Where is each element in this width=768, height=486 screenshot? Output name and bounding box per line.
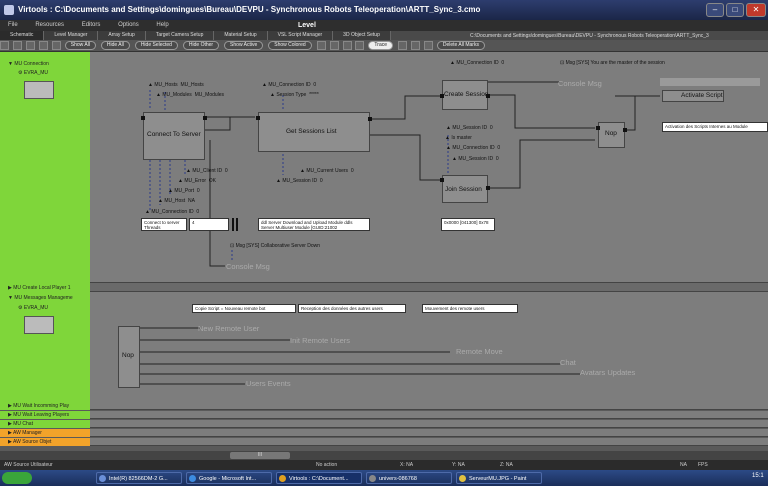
param-mu-connection-id-join[interactable]: ▲ MU_Connection ID 0 [446, 145, 500, 151]
note-mouvement-remote: Mouvement des remote users [422, 304, 518, 313]
param-mu-modules[interactable]: ▲ MU_Modules MU_Modules [156, 92, 224, 98]
status-x: X: NA [400, 462, 414, 468]
param-mu-connection-id-create[interactable]: ▲ MU_Connection ID 0 [450, 60, 504, 66]
param-mu-port[interactable]: ▲ MU_Port 0 [168, 188, 200, 194]
task-virtools[interactable]: Virtools : C:\Document... [276, 472, 362, 484]
section-mu-wait-incomming-play[interactable]: ▶ MU Wait Incomming Play [0, 402, 768, 410]
param-mu-host[interactable]: ▲ MU_Host NA [158, 198, 195, 204]
param-mu-connection-id-bottom[interactable]: ▲ MU_Connection ID 0 [145, 209, 199, 215]
clock: 15:1 [752, 473, 764, 479]
activation-note: Activation des Scripts Internes au Modul… [662, 122, 768, 132]
new-remote-user-message[interactable]: New Remote User [198, 324, 259, 333]
status-source: AW Source Utilisateur [4, 462, 53, 468]
status-y: Y: NA [452, 462, 465, 468]
port-in[interactable] [256, 116, 260, 120]
users-events-message[interactable]: Users Events [246, 379, 291, 388]
status-z: Z: NA [500, 462, 513, 468]
scrollbar-thumb[interactable]: III [230, 452, 290, 459]
get-sessions-list-label: Get Sessions List [286, 128, 337, 135]
task-google[interactable]: Google - Microsoft Int... [186, 472, 272, 484]
nop-label-2: Nop [122, 352, 134, 359]
init-remote-users-message[interactable]: Init Remote Users [290, 336, 350, 345]
param-session-type[interactable]: ▲ Session Type ***** [270, 92, 319, 98]
console-msg-1[interactable]: Console Msg [558, 79, 602, 88]
task-univers[interactable]: univers-086768 [366, 472, 452, 484]
port-in[interactable] [440, 94, 444, 98]
note-copie-script: Copie Script = Nouveau remote bot [192, 304, 296, 313]
port-out[interactable] [486, 94, 490, 98]
param-mu-error[interactable]: ▲ MU_Error OK [178, 178, 216, 184]
status-bar: AW Source Utilisateur No action X: NA Y:… [0, 460, 768, 470]
param-mu-session-id-b[interactable]: ▲ MU_Session ID 0 [446, 125, 493, 131]
msg-collaborative-server-down[interactable]: ⊡ Msg [SYS] Collaborative Server Down [230, 243, 320, 249]
nop-label-1: Nop [605, 130, 617, 137]
guid-note: 0x0000 [041300] 0x78 [441, 218, 495, 231]
param-mu-connection-id-top[interactable]: ▲ MU_Connection ID 0 [262, 82, 316, 88]
create-session-label: Create Session [444, 91, 489, 98]
param-mu-client-id[interactable]: ▲ MU_Client ID 0 [186, 168, 228, 174]
connect-to-server-label: Connect To Server [147, 131, 201, 138]
chat-message[interactable]: Chat [560, 358, 576, 367]
port-in[interactable] [596, 126, 600, 130]
server-module-note: ddl Server Download and Upload Module dd… [258, 218, 370, 231]
port-in[interactable] [141, 116, 145, 120]
start-button[interactable] [2, 472, 32, 484]
status-fps: FPS [698, 462, 708, 468]
activate-script-params [660, 78, 760, 86]
param-mu-session-id-a[interactable]: ▲ MU_Session ID 0 [276, 178, 323, 184]
param-mu-hosts[interactable]: ▲ MU_Hosts MU_Hosts [148, 82, 204, 88]
console-msg-2[interactable]: Console Msg [226, 262, 270, 271]
note-reception-donnees: Reception des données des autres users [298, 304, 406, 313]
param-mu-current-users[interactable]: ▲ MU_Current Users 0 [300, 168, 354, 174]
section-mu-wait-leaving-players[interactable]: ▶ MU Wait Leaving Players [0, 411, 768, 419]
connect-threads-label: Connect to server Threads [141, 218, 187, 231]
section-mu-chat[interactable]: ▶ MU Chat [0, 420, 768, 428]
section-aw-manager[interactable]: ▶ AW Manager [0, 429, 768, 437]
join-session-label: Join Session [445, 186, 482, 193]
horizontal-scrollbar[interactable]: III [0, 451, 768, 460]
status-action: No action [316, 462, 338, 468]
task-paint[interactable]: ServeurMU.JPG - Paint [456, 472, 542, 484]
avatars-updates-message[interactable]: Avatars Updates [580, 368, 635, 377]
activate-script-label: Activate Script [681, 92, 723, 99]
port-out[interactable] [368, 117, 372, 121]
port-out[interactable] [486, 186, 490, 190]
remote-move-message[interactable]: Remote Move [456, 347, 503, 356]
port-out[interactable] [623, 128, 627, 132]
section-aw-source-objet[interactable]: ▶ AW Source Objet [0, 438, 768, 446]
connect-threads-value[interactable]: 4 [189, 218, 229, 231]
param-mu-session-id-c[interactable]: ▲ MU_Session ID 0 [452, 156, 499, 162]
status-na: NA [680, 462, 687, 468]
task-intel[interactable]: Intel(R) 82566DM-2 G... [96, 472, 182, 484]
param-is-master[interactable]: ▲ Is master [445, 135, 472, 141]
port-out[interactable] [203, 116, 207, 120]
port-in[interactable] [440, 178, 444, 182]
msg-master-of-session[interactable]: ⊡ Msg [SYS] You are the master of the se… [560, 60, 665, 66]
windows-taskbar: Intel(R) 82566DM-2 G... Google - Microso… [0, 470, 768, 486]
